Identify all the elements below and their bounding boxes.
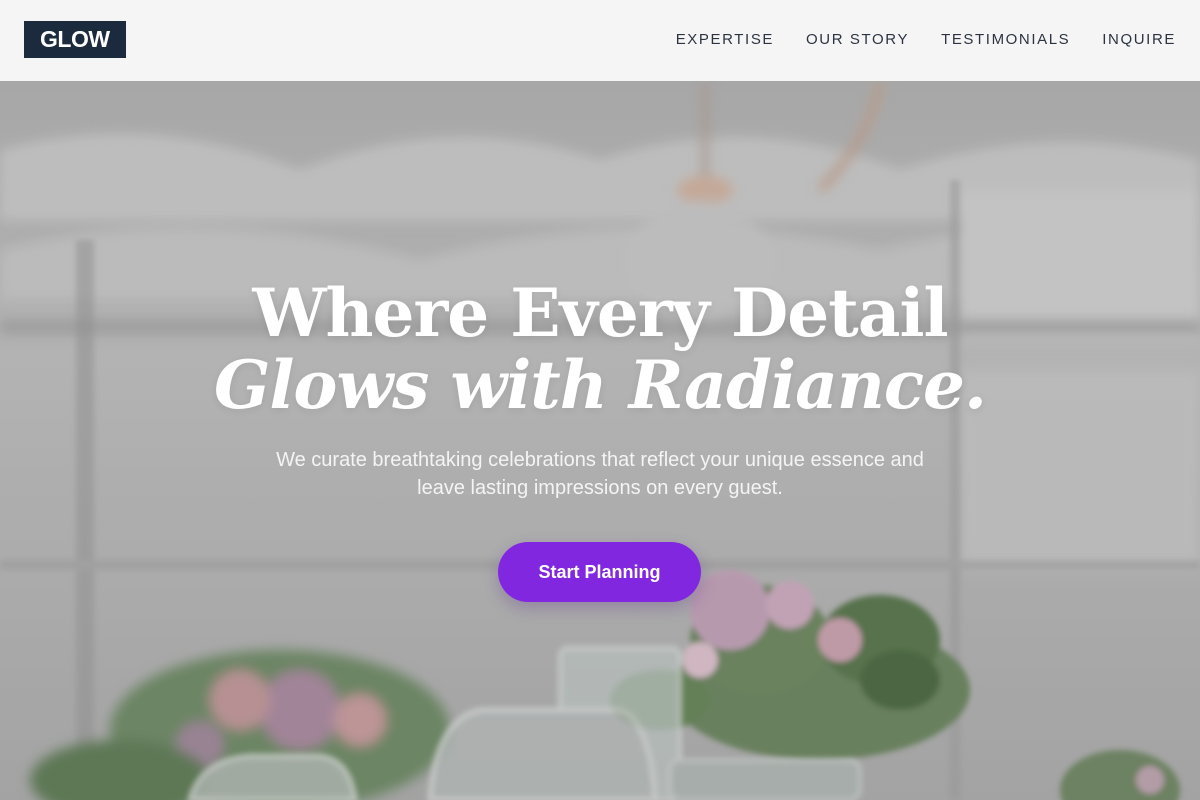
logo[interactable]: GLOW	[24, 21, 126, 58]
hero-headline-line2: Glows with Radiance.	[214, 346, 987, 424]
main-nav: EXPERTISE OUR STORY TESTIMONIALS INQUIRE	[676, 30, 1176, 50]
nav-link-our-story[interactable]: OUR STORY	[806, 30, 909, 50]
start-planning-button[interactable]: Start Planning	[498, 542, 701, 602]
site-header: GLOW EXPERTISE OUR STORY TESTIMONIALS IN…	[0, 0, 1200, 81]
hero-headline: Where Every Detail Glows with Radiance.	[0, 277, 1200, 421]
hero-section: Where Every Detail Glows with Radiance. …	[0, 81, 1200, 800]
nav-link-expertise[interactable]: EXPERTISE	[676, 30, 774, 50]
landing-page: GLOW EXPERTISE OUR STORY TESTIMONIALS IN…	[0, 0, 1200, 800]
nav-link-inquire[interactable]: INQUIRE	[1102, 30, 1176, 50]
nav-link-testimonials[interactable]: TESTIMONIALS	[941, 30, 1070, 50]
hero-headline-line1: Where Every Detail	[252, 274, 948, 352]
hero-subtitle: We curate breathtaking celebrations that…	[276, 449, 924, 499]
